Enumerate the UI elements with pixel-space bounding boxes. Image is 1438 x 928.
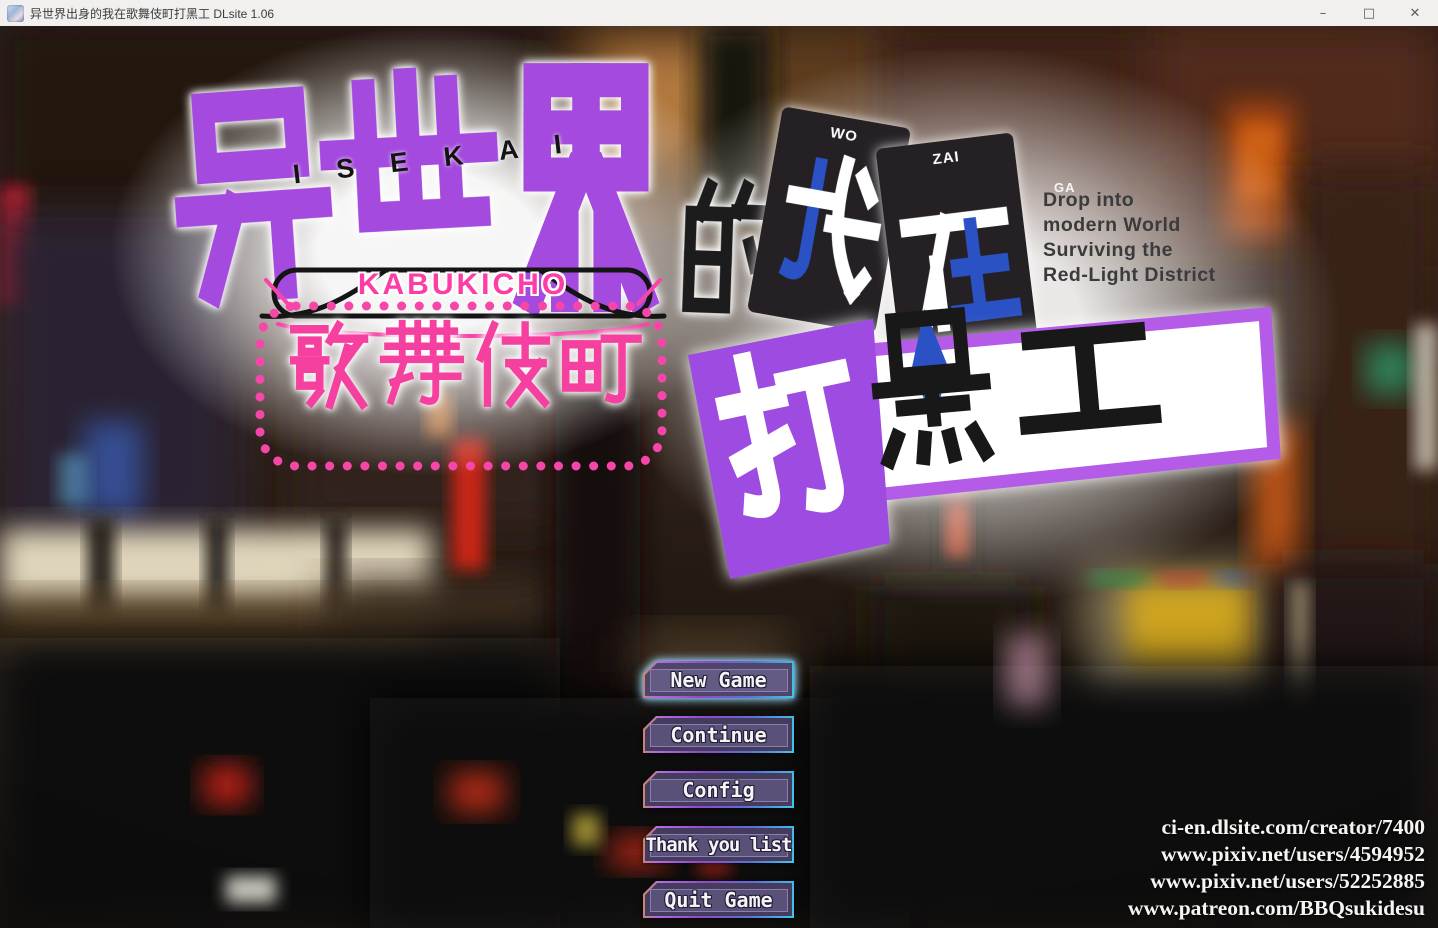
continue-button[interactable]: Continue	[643, 716, 794, 753]
button-label: Thank you list	[645, 833, 792, 856]
tagline-line: Drop into	[1043, 189, 1135, 211]
tagline-line: modern World	[1043, 214, 1181, 236]
button-label: Config	[682, 777, 755, 802]
close-icon: ✕	[1409, 5, 1421, 21]
window-title: 异世界出身的我在歌舞伎町打黑工 DLsite 1.06	[30, 6, 275, 21]
logo-glyph-gong	[1008, 302, 1166, 454]
logo-glyph-ge	[287, 318, 373, 412]
button-label: Continue	[670, 722, 767, 747]
link-pixiv-2[interactable]: www.pixiv.net/users/52252885	[1128, 868, 1425, 895]
button-label: New Game	[670, 667, 767, 692]
logo-glyph-ting	[559, 318, 643, 412]
logo-glyph-wu	[379, 318, 465, 412]
config-button[interactable]: Config	[643, 771, 794, 808]
title-screen: ISEKAI KABUKICHO WO ZAI GA Drop into mod…	[0, 26, 1438, 928]
maximize-icon: □	[1362, 5, 1376, 21]
quit-game-button[interactable]: Quit Game	[643, 881, 794, 918]
titlebar: 异世界出身的我在歌舞伎町打黑工 DLsite 1.06 – □ ✕	[0, 0, 1438, 26]
game-window: 异世界出身的我在歌舞伎町打黑工 DLsite 1.06 – □ ✕ ISEKAI…	[0, 0, 1438, 928]
minimize-icon: –	[1319, 5, 1327, 21]
close-button[interactable]: ✕	[1392, 0, 1438, 26]
window-controls: – □ ✕	[1300, 0, 1438, 26]
link-pixiv-1[interactable]: www.pixiv.net/users/4594952	[1128, 841, 1425, 868]
creator-links: ci-en.dlsite.com/creator/7400 www.pixiv.…	[1128, 814, 1425, 922]
logo-glyph-ji	[471, 318, 553, 412]
link-ci-en[interactable]: ci-en.dlsite.com/creator/7400	[1128, 814, 1426, 841]
kabukicho-en: KABUKICHO	[357, 268, 569, 301]
new-game-button[interactable]: New Game	[643, 661, 794, 698]
tagline-line: Surviving the	[1043, 239, 1174, 261]
minimize-button[interactable]: –	[1300, 0, 1346, 26]
thank-you-list-button[interactable]: Thank you list	[643, 826, 794, 863]
link-patreon[interactable]: www.patreon.com/BBQsukidesu	[1128, 895, 1425, 922]
button-label: Quit Game	[664, 887, 773, 912]
tagline: Drop into modern World Surviving the Red…	[1043, 188, 1216, 288]
maximize-button[interactable]: □	[1346, 0, 1392, 26]
app-icon	[7, 4, 24, 22]
logo-glyph-hei	[855, 296, 1007, 471]
